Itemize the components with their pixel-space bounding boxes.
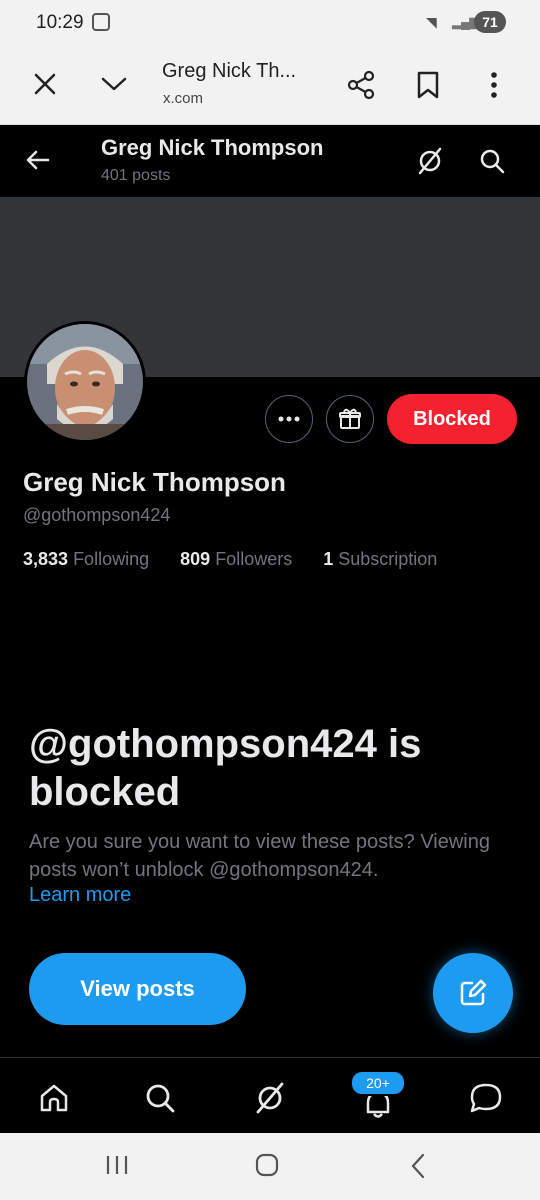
subscriptions-link[interactable]: 1 Subscription — [323, 549, 437, 569]
system-nav-bar — [0, 1133, 540, 1200]
recents-icon[interactable] — [105, 1154, 129, 1176]
browser-toolbar: Greg Nick Th... x.com — [0, 46, 540, 125]
bookmark-icon[interactable] — [416, 70, 440, 100]
profile-handle: @gothompson424 — [23, 505, 171, 525]
followers-count: 809 — [180, 549, 211, 569]
view-posts-button[interactable]: View posts — [29, 953, 246, 1025]
learn-more-link[interactable]: Learn more — [29, 884, 131, 907]
chevron-down-icon[interactable] — [101, 76, 127, 92]
share-icon[interactable] — [346, 70, 376, 100]
page-title: Greg Nick Th... — [162, 60, 297, 82]
following-link[interactable]: 3,833 Following — [23, 549, 149, 569]
blocked-description: Are you sure you want to view these post… — [29, 831, 490, 881]
compose-button[interactable] — [433, 953, 513, 1033]
subscriptions-label: Subscription — [338, 549, 438, 569]
more-horiz-icon — [278, 416, 300, 422]
profile-header: Greg Nick Thompson 401 posts — [0, 125, 540, 197]
following-count: 3,833 — [23, 549, 69, 569]
profile-stats: 3,833 Following 809 Followers 1 Subscrip… — [23, 549, 437, 570]
gift-button[interactable] — [326, 395, 374, 443]
following-label: Following — [73, 549, 150, 569]
notifications-badge: 20+ — [350, 1070, 406, 1096]
header-name: Greg Nick Thompson — [101, 135, 324, 160]
blocked-button[interactable]: Blocked — [387, 394, 517, 444]
grok-icon[interactable] — [254, 1082, 286, 1114]
search-icon[interactable] — [144, 1082, 176, 1114]
messages-icon[interactable] — [469, 1082, 503, 1114]
wifi-icon: ◥ — [426, 14, 437, 30]
status-bar: 10:29 ◥ ▂▄▆ 71 — [0, 0, 540, 46]
screenshot-icon — [92, 13, 110, 31]
blocked-title: @gothompson424 is blocked — [29, 722, 422, 814]
header-post-count: 401 posts — [101, 167, 171, 184]
grok-icon[interactable] — [416, 147, 444, 175]
home-button-icon[interactable] — [255, 1153, 279, 1177]
followers-label: Followers — [215, 549, 293, 569]
search-icon[interactable] — [478, 147, 506, 175]
home-icon[interactable] — [38, 1082, 70, 1114]
close-icon[interactable] — [34, 73, 56, 95]
subscriptions-count: 1 — [323, 549, 334, 569]
compose-icon — [460, 979, 487, 1006]
gift-icon — [339, 408, 361, 429]
more-vert-icon[interactable] — [488, 70, 500, 100]
avatar[interactable] — [24, 321, 146, 443]
profile-name: Greg Nick Thompson — [23, 467, 286, 497]
back-icon[interactable] — [410, 1153, 426, 1179]
followers-link[interactable]: 809 Followers — [180, 549, 292, 569]
battery-indicator: 71 — [474, 11, 506, 33]
bottom-nav: 20+ — [0, 1057, 540, 1134]
more-options-button[interactable] — [265, 395, 313, 443]
status-time: 10:29 — [36, 12, 84, 33]
page-url: x.com — [163, 90, 204, 107]
profile-page: Greg Nick Thompson 401 posts Blocked Gre… — [0, 125, 540, 1134]
back-arrow-icon[interactable] — [26, 150, 50, 170]
